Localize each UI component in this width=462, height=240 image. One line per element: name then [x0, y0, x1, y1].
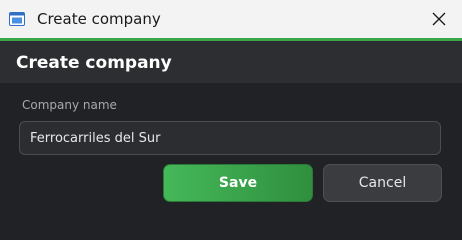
window-titlebar: Create company: [0, 0, 462, 38]
company-name-input[interactable]: [19, 121, 441, 155]
close-icon: [432, 12, 446, 26]
window-close-button[interactable]: [416, 0, 462, 38]
cancel-button[interactable]: Cancel: [323, 164, 442, 202]
window-app-icon: [9, 12, 25, 26]
window-title: Create company: [37, 10, 161, 28]
create-company-window: Create company Create company Company na…: [0, 0, 462, 215]
dialog-title: Create company: [16, 53, 172, 73]
dialog-header: Create company: [0, 41, 462, 83]
save-button[interactable]: Save: [163, 164, 313, 202]
company-name-label: Company name: [22, 98, 117, 112]
